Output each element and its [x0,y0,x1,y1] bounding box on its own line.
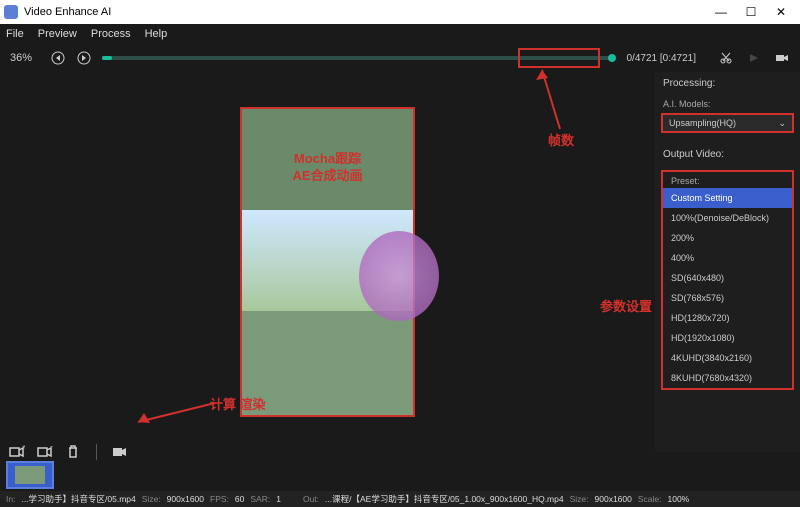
menu-help[interactable]: Help [145,28,168,40]
timeline-slider[interactable] [102,56,612,60]
divider [96,444,97,460]
preset-item[interactable]: 8KUHD(7680x4320) [663,368,792,388]
sb-sar-label: SAR: [250,494,270,504]
preset-list: Preset: Custom Setting 100%(Denoise/DeBl… [661,170,794,390]
trash-icon[interactable] [64,443,82,461]
app-title: Video Enhance AI [24,6,111,18]
export-icon[interactable] [746,50,762,66]
minimize-button[interactable]: — [706,5,736,19]
sb-size2-label: Size: [570,494,589,504]
status-bar: In: ...学习助手】抖音专区/05.mp4 Size: 900x1600 F… [0,491,800,507]
preset-item[interactable]: 200% [663,228,792,248]
sb-fps-label: FPS: [210,494,229,504]
sb-in-val: ...学习助手】抖音专区/05.mp4 [21,493,135,505]
overlay-line1: Mocha跟踪 [242,151,413,168]
preset-item[interactable]: Custom Setting [663,188,792,208]
close-button[interactable]: ✕ [766,5,796,19]
camera-icon[interactable] [774,50,790,66]
svg-text:+: + [22,445,25,451]
thumbnail-strip [6,461,54,489]
output-header: Output Video: [655,143,800,166]
sb-scale-label: Scale: [638,494,662,504]
clip-thumbnail[interactable] [6,461,54,489]
preset-item[interactable]: SD(640x480) [663,268,792,288]
main-area: Mocha跟踪 AE合成动画 Processing: A.I. Models: … [0,72,800,452]
overlay-line2: AE合成动画 [242,168,413,185]
sb-size2-val: 900x1600 [595,494,632,504]
maximize-button[interactable]: ☐ [736,5,766,19]
sb-size1-val: 900x1600 [167,494,204,504]
camera-plus-icon[interactable]: + [8,443,26,461]
preview-area[interactable]: Mocha跟踪 AE合成动画 [0,72,655,452]
prev-frame-button[interactable] [50,50,66,66]
app-logo-icon [4,5,18,19]
model-dropdown[interactable]: Upsampling(HQ) ⌄ [661,113,794,133]
menu-process[interactable]: Process [91,28,131,40]
processing-header: Processing: [655,72,800,95]
preset-item[interactable]: HD(1920x1080) [663,328,792,348]
menu-preview[interactable]: Preview [38,28,77,40]
video-preview: Mocha跟踪 AE合成动画 [240,107,415,417]
sb-out-label: Out: [303,494,319,504]
model-selected: Upsampling(HQ) [669,118,736,128]
side-panel: Processing: A.I. Models: Upsampling(HQ) … [655,72,800,452]
sb-size1-label: Size: [142,494,161,504]
sb-fps-val: 60 [235,494,244,504]
sb-in-label: In: [6,494,15,504]
render-button[interactable] [111,443,129,461]
preset-label: Preset: [663,172,792,188]
menu-file[interactable]: File [6,28,24,40]
menubar: File Preview Process Help [0,24,800,44]
cut-icon[interactable] [718,50,734,66]
preset-item[interactable]: 400% [663,248,792,268]
preset-item[interactable]: HD(1280x720) [663,308,792,328]
control-bar: 36% 0/4721 [0:4721] [0,44,800,72]
next-frame-button[interactable] [76,50,92,66]
chevron-down-icon: ⌄ [778,118,786,129]
preset-item[interactable]: 100%(Denoise/DeBlock) [663,208,792,228]
camera-minus-icon[interactable]: − [36,443,54,461]
sb-scale-val: 100% [667,494,689,504]
zoom-percent[interactable]: 36% [10,52,40,64]
preset-item[interactable]: 4KUHD(3840x2160) [663,348,792,368]
preset-item[interactable]: SD(768x576) [663,288,792,308]
frame-counter: 0/4721 [0:4721] [622,51,700,66]
svg-text:−: − [50,445,53,451]
sb-out-val: ...课程/【AE学习助手】抖音专区/05_1.00x_900x1600_HQ.… [325,493,564,505]
sb-sar-val: 1 [276,494,281,504]
models-label: A.I. Models: [655,95,800,111]
titlebar: Video Enhance AI — ☐ ✕ [0,0,800,24]
